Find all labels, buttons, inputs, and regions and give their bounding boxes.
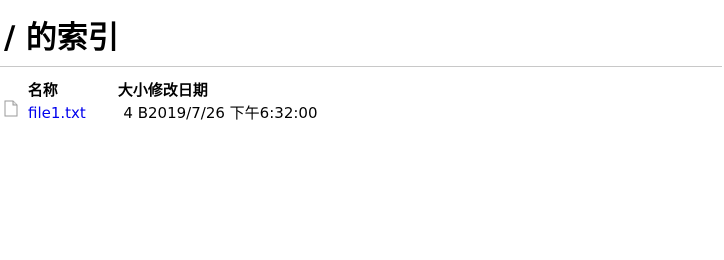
- file-name-cell: file1.txt: [28, 102, 98, 125]
- file-modified-date: 2019/7/26 下午6:32:00: [148, 104, 318, 122]
- file-table: 名称 大小 修改日期 file1.txt 4 B 2019/7/26 下午6:3…: [4, 79, 368, 125]
- table-header-row: 名称 大小 修改日期: [4, 79, 368, 102]
- page-title: / 的索引: [4, 20, 120, 56]
- file-icon-cell: [4, 100, 28, 125]
- file-icon: [4, 100, 18, 124]
- table-row: file1.txt 4 B 2019/7/26 下午6:32:00: [4, 100, 368, 125]
- directory-listing-page: / 的索引 名称 大小 修改日期 file1.txt 4 B 2019/7/26…: [0, 0, 724, 260]
- file-size: 4 B: [123, 104, 148, 122]
- icon-column-header: [4, 79, 28, 102]
- file-link[interactable]: file1.txt: [28, 104, 86, 122]
- name-column-header[interactable]: 名称: [28, 79, 98, 102]
- size-column-header[interactable]: 大小: [98, 79, 148, 102]
- header-divider: [0, 66, 722, 67]
- modified-column-header[interactable]: 修改日期: [148, 79, 368, 102]
